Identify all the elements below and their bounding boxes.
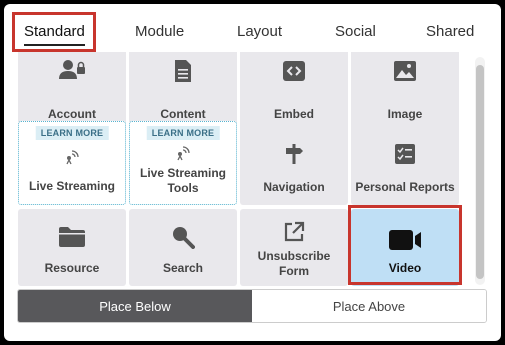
tile-label: Unsubscribe Form — [257, 249, 331, 278]
tile-image[interactable]: Image — [351, 52, 459, 132]
signpost-icon — [240, 141, 348, 167]
folder-icon — [18, 224, 126, 250]
tile-label: Live Streaming Tools — [139, 166, 227, 195]
tile-search[interactable]: Search — [129, 209, 237, 286]
checklist-icon — [351, 141, 459, 167]
document-icon — [129, 58, 237, 84]
search-icon — [129, 224, 237, 250]
image-icon — [351, 58, 459, 84]
tile-label: Embed — [273, 107, 314, 121]
tile-unsubscribe-form[interactable]: Unsubscribe Form — [240, 209, 348, 286]
video-tile-highlight — [348, 205, 462, 285]
tile-label: Account — [48, 107, 96, 121]
tile-label: Navigation — [263, 180, 325, 194]
scrollbar-thumb[interactable] — [476, 65, 484, 279]
tile-embed[interactable]: Embed — [240, 52, 348, 132]
standard-tab-highlight — [12, 12, 96, 52]
external-link-icon — [240, 219, 348, 245]
tile-label: Live Streaming — [28, 179, 116, 193]
broadcast-icon — [130, 138, 236, 164]
tile-label: Image — [387, 107, 423, 121]
broadcast-icon — [19, 142, 125, 168]
grid-scrollbar[interactable] — [475, 57, 485, 285]
tile-navigation[interactable]: Navigation — [240, 121, 348, 205]
insert-stuff-panel: Standard Module Layout Social Shared Acc… — [4, 4, 501, 341]
tab-module[interactable]: Module — [135, 23, 184, 40]
tile-content[interactable]: Content — [129, 52, 237, 132]
tile-account[interactable]: Account — [18, 52, 126, 132]
account-lock-icon — [18, 58, 126, 84]
place-above-button[interactable]: Place Above — [252, 290, 486, 322]
place-below-button[interactable]: Place Below — [18, 290, 252, 322]
learn-more-badge[interactable]: LEARN MORE — [35, 126, 109, 140]
tile-label: Content — [160, 107, 206, 121]
tab-shared[interactable]: Shared — [426, 23, 474, 40]
tile-live-streaming[interactable]: LEARN MORE Live Streaming — [18, 121, 126, 205]
tile-live-streaming-tools[interactable]: LEARN MORE Live Streaming Tools — [129, 121, 237, 205]
tab-social[interactable]: Social — [335, 23, 376, 40]
tab-layout[interactable]: Layout — [237, 23, 282, 40]
tile-label: Resource — [44, 261, 100, 275]
tile-personal-reports[interactable]: Personal Reports — [351, 121, 459, 205]
code-icon — [240, 58, 348, 84]
placement-toggle: Place Below Place Above — [17, 289, 487, 323]
tile-label: Search — [162, 261, 204, 275]
tile-resource[interactable]: Resource — [18, 209, 126, 286]
tile-label: Personal Reports — [355, 180, 455, 194]
